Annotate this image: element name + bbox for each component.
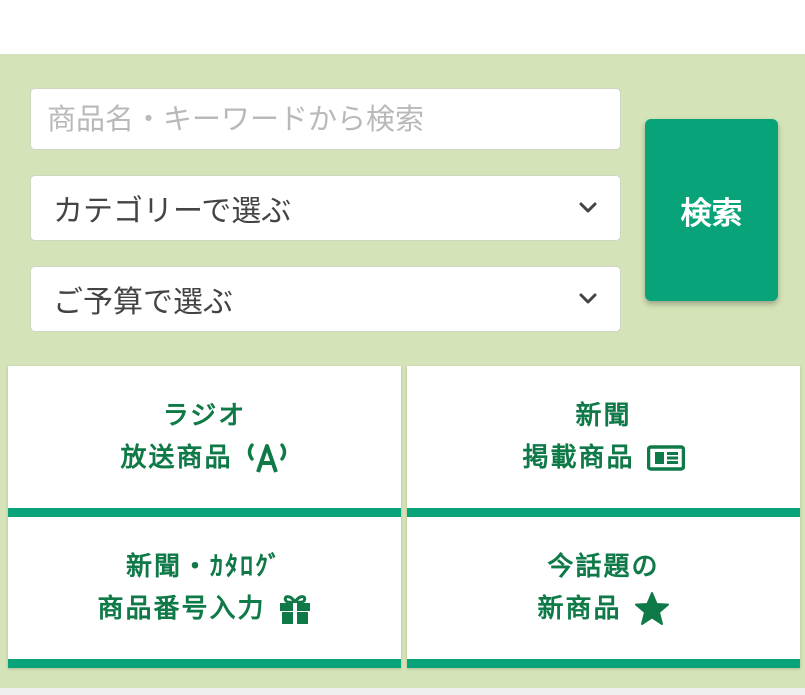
chevron-down-icon [579,293,597,304]
tile-line-2: 商品番号入力 [97,588,311,630]
tile-line-2: 新商品 [537,588,669,630]
budget-select[interactable]: ご予算で選ぶ [30,266,621,332]
tile-line-1: ラジオ [162,401,247,431]
tile-trending-new-products[interactable]: 今話題の 新商品 [407,517,800,668]
tile-label: 商品番号入力 [97,594,266,624]
category-select-value: カテゴリーで選ぶ [53,194,292,229]
tile-line-1: 新聞 [575,401,632,431]
category-select[interactable]: カテゴリーで選ぶ [30,175,621,241]
radio-antenna-icon [247,443,286,473]
search-button[interactable]: 検索 [645,119,778,301]
chevron-down-icon [579,202,597,213]
star-icon [634,592,669,625]
bottom-divider [0,688,805,695]
tile-line-2: 放送商品 [120,437,288,479]
newspaper-icon [646,445,685,471]
tile-line-1: 今話題の [547,552,660,582]
tile-label: 掲載商品 [522,443,635,473]
keyword-search-input[interactable] [30,88,621,150]
tile-radio-products[interactable]: ラジオ 放送商品 [8,366,401,517]
tile-line-2: 掲載商品 [522,437,685,479]
tile-line-1: 新聞・ｶﾀﾛｸﾞ [125,552,283,582]
tile-catalog-number-input[interactable]: 新聞・ｶﾀﾛｸﾞ 商品番号入力 [8,517,401,668]
gift-icon [279,595,310,624]
budget-select-value: ご予算で選ぶ [53,285,233,320]
tile-label: 放送商品 [120,443,233,473]
tile-label: 新商品 [537,594,622,624]
tile-newspaper-products[interactable]: 新聞 掲載商品 [407,366,800,517]
